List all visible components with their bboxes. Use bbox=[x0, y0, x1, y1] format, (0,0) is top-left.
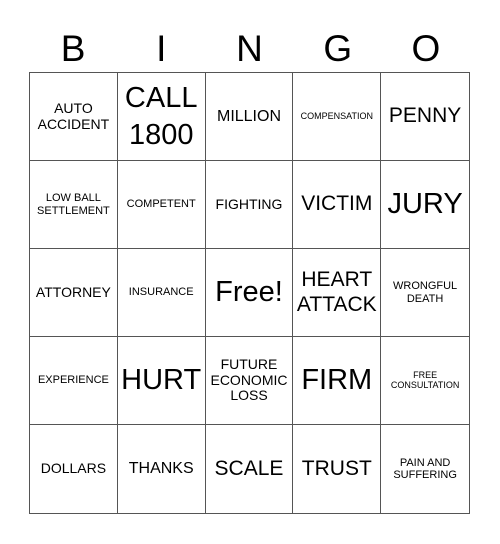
cell-label: SCALE bbox=[214, 456, 284, 480]
bingo-cell[interactable]: EXPERIENCE bbox=[30, 337, 118, 425]
bingo-cell[interactable]: THANKS bbox=[118, 425, 206, 513]
bingo-cell[interactable]: FUTURE ECONOMIC LOSS bbox=[205, 337, 294, 425]
cell-label: Free! bbox=[215, 276, 283, 309]
cell-label: MILLION bbox=[216, 107, 281, 125]
cell-label: HURT bbox=[121, 364, 202, 397]
cell-label: WRONGFUL DEATH bbox=[393, 280, 458, 305]
cell-label: AUTO ACCIDENT bbox=[37, 100, 110, 132]
cell-label: COMPETENT bbox=[126, 198, 196, 211]
bingo-cell[interactable]: INSURANCE bbox=[117, 249, 206, 337]
bingo-cell[interactable]: PAIN AND SUFFERING bbox=[381, 425, 469, 513]
bingo-cell[interactable]: SCALE bbox=[206, 425, 294, 513]
bingo-cell[interactable]: WRONGFUL DEATH bbox=[381, 249, 469, 337]
cell-label: PAIN AND SUFFERING bbox=[393, 456, 457, 481]
cell-label: THANKS bbox=[128, 460, 194, 478]
bingo-cell[interactable]: DOLLARS bbox=[30, 425, 118, 513]
bingo-cell[interactable]: FREE CONSULTATION bbox=[381, 337, 469, 425]
header-letter-b: B bbox=[60, 28, 86, 69]
free-space-cell[interactable]: Free! bbox=[205, 249, 294, 337]
bingo-cell[interactable]: CALL 1800 bbox=[117, 73, 206, 161]
cell-label: INSURANCE bbox=[128, 286, 194, 299]
cell-label: FIGHTING bbox=[215, 195, 283, 212]
bingo-cell[interactable]: LOW BALL SETTLEMENT bbox=[30, 161, 118, 249]
cell-label: FREE CONSULTATION bbox=[390, 369, 460, 390]
bingo-cell[interactable]: ATTORNEY bbox=[30, 249, 118, 337]
bingo-cell[interactable]: AUTO ACCIDENT bbox=[30, 73, 118, 161]
cell-label: PENNY bbox=[388, 104, 462, 128]
bingo-cell[interactable]: MILLION bbox=[205, 73, 294, 161]
bingo-cell[interactable]: JURY bbox=[381, 161, 469, 249]
bingo-grid: AUTO ACCIDENT CALL 1800 MILLION COMPENSA… bbox=[29, 72, 470, 514]
bingo-cell[interactable]: PENNY bbox=[381, 73, 469, 161]
cell-label: HEART ATTACK bbox=[296, 268, 377, 316]
bingo-cell[interactable]: VICTIM bbox=[293, 161, 382, 249]
cell-label: FIRM bbox=[301, 364, 373, 397]
header-letter-o: O bbox=[411, 28, 441, 69]
cell-label: FUTURE ECONOMIC LOSS bbox=[210, 356, 288, 404]
bingo-cell[interactable]: FIGHTING bbox=[205, 161, 294, 249]
cell-label: ATTORNEY bbox=[35, 283, 111, 300]
header-letter-i: I bbox=[156, 28, 167, 69]
cell-label: EXPERIENCE bbox=[37, 374, 109, 387]
bingo-cell[interactable]: TRUST bbox=[293, 425, 382, 513]
bingo-cell[interactable]: COMPENSATION bbox=[293, 73, 382, 161]
bingo-cell[interactable]: HURT bbox=[117, 337, 206, 425]
cell-label: VICTIM bbox=[301, 192, 373, 216]
bingo-cell[interactable]: FIRM bbox=[293, 337, 382, 425]
cell-label: DOLLARS bbox=[40, 460, 107, 477]
header-letter-g: G bbox=[323, 28, 353, 69]
cell-label: COMPENSATION bbox=[300, 110, 373, 121]
bingo-header: B I N G O bbox=[29, 26, 470, 72]
cell-label: CALL 1800 bbox=[124, 82, 198, 151]
cell-label: JURY bbox=[387, 188, 463, 221]
cell-label: LOW BALL SETTLEMENT bbox=[37, 192, 110, 217]
header-letter-n: N bbox=[236, 28, 263, 69]
bingo-cell[interactable]: COMPETENT bbox=[117, 161, 206, 249]
bingo-cell[interactable]: HEART ATTACK bbox=[293, 249, 382, 337]
cell-label: TRUST bbox=[301, 456, 372, 480]
